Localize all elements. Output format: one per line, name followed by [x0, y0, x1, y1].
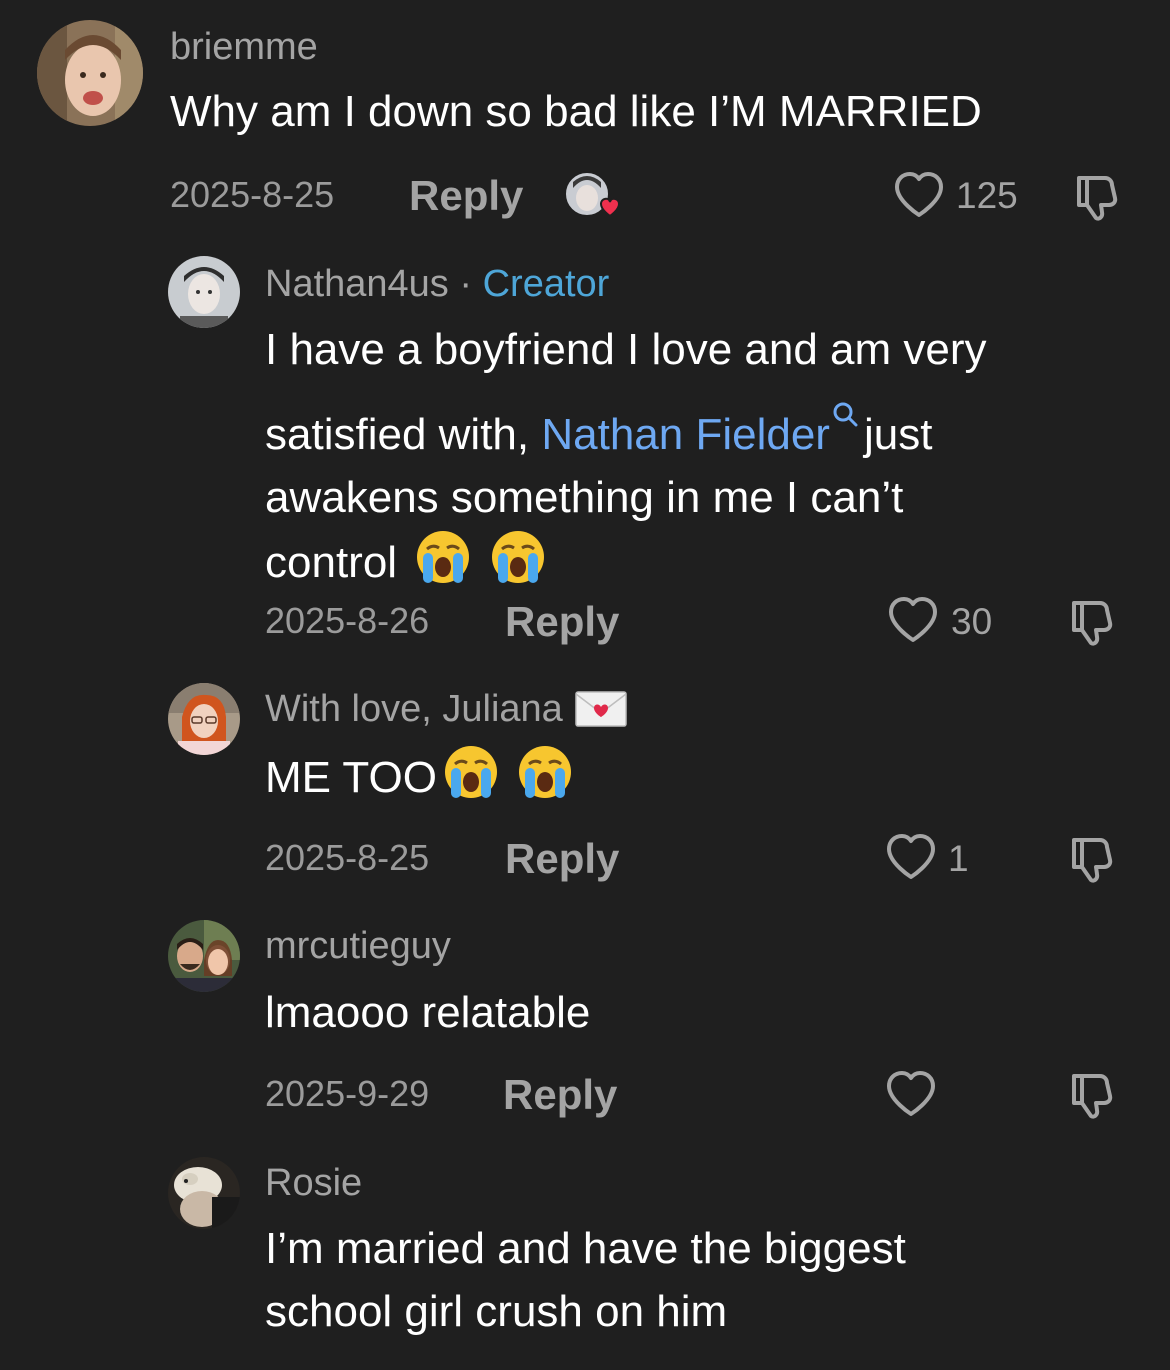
comment-text: Why am I down so bad like I’M MARRIED	[170, 87, 982, 136]
comment-text-segment: just	[863, 410, 933, 459]
comment-text-line: school girl crush on him	[265, 1287, 728, 1336]
crying-emoji	[415, 529, 471, 602]
crying-emoji	[490, 529, 546, 602]
avatar[interactable]	[168, 683, 240, 755]
comment-text: lmaooo relatable	[265, 988, 591, 1037]
search-link[interactable]: Nathan Fielder	[541, 410, 830, 459]
like-count: 1	[948, 838, 969, 879]
comment-date: 2025-9-29	[265, 1073, 430, 1114]
comment-text-line: control	[265, 529, 987, 602]
avatar[interactable]	[168, 920, 240, 992]
reply-button[interactable]: Reply	[503, 1074, 617, 1116]
comment-text-line: I’m married and have the biggest	[265, 1224, 906, 1273]
comment-date: 2025-8-25	[265, 837, 430, 878]
comment-text-segment: control	[265, 538, 398, 587]
comment-text: I’m married and have the biggest school …	[265, 1217, 906, 1343]
avatar[interactable]	[168, 256, 240, 328]
reply-button[interactable]: Reply	[409, 175, 523, 217]
thumbs-down-icon[interactable]	[1066, 1070, 1118, 1125]
comment-text-line: satisfied with, Nathan Fielder just	[265, 381, 987, 466]
comment-text: I have a boyfriend I love and am very sa…	[265, 318, 987, 602]
username[interactable]: briemme	[170, 28, 318, 66]
search-icon[interactable]	[832, 381, 858, 444]
username[interactable]: With love, Juliana	[265, 688, 563, 730]
username[interactable]: mrcutieguy	[265, 927, 451, 965]
separator: ·	[459, 263, 473, 305]
comment-text-segment: ME TOO	[265, 753, 437, 802]
heart-outline-icon[interactable]	[885, 1070, 937, 1123]
avatar[interactable]	[168, 1157, 240, 1229]
like-count: 125	[956, 175, 1018, 216]
heart-outline-icon[interactable]	[893, 171, 945, 224]
reply-button[interactable]: Reply	[505, 601, 619, 643]
thumbs-down-icon[interactable]	[1071, 172, 1123, 227]
heart-outline-icon[interactable]	[885, 833, 937, 886]
heart-outline-icon[interactable]	[887, 596, 939, 649]
username-row: Nathan4us · Creator	[265, 265, 609, 303]
avatar[interactable]	[37, 20, 143, 126]
username[interactable]: Nathan4us	[265, 263, 449, 305]
comment-text: ME TOO	[265, 744, 573, 817]
thumbs-down-icon[interactable]	[1066, 834, 1118, 889]
reply-button[interactable]: Reply	[505, 838, 619, 880]
comment-text-line: awakens something in me I can’t	[265, 473, 904, 522]
username[interactable]: Rosie	[265, 1164, 362, 1202]
username-row: With love, Juliana	[265, 690, 627, 734]
crying-emoji	[443, 744, 499, 817]
thumbs-down-icon[interactable]	[1066, 597, 1118, 652]
creator-badge: Creator	[482, 263, 610, 305]
comment-text-segment: satisfied with,	[265, 410, 530, 459]
love-letter-emoji	[575, 691, 627, 734]
creator-liked-avatar	[563, 170, 627, 222]
comment-date: 2025-8-25	[170, 174, 335, 215]
comment-text-line: I have a boyfriend I love and am very	[265, 325, 987, 374]
comment-date: 2025-8-26	[265, 600, 430, 641]
like-count: 30	[951, 601, 993, 642]
crying-emoji	[517, 744, 573, 817]
